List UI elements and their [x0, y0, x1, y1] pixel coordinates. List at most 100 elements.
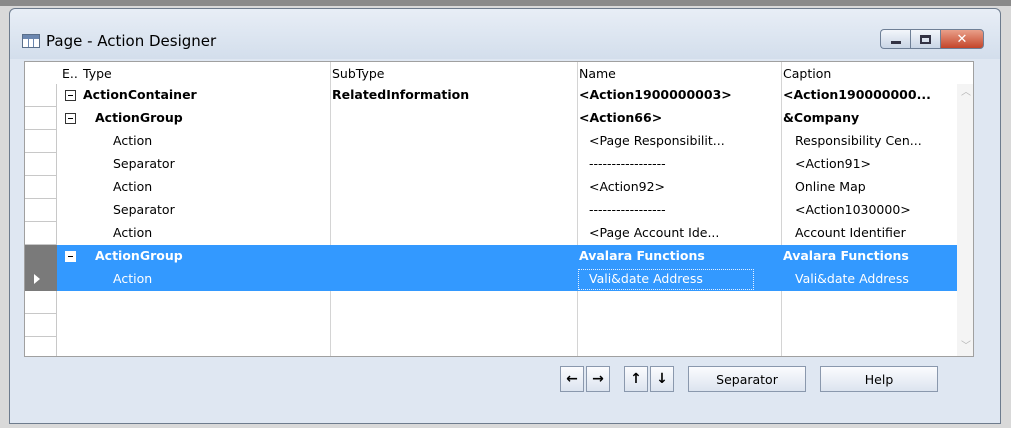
cell-name[interactable]: <Action1900000003>	[579, 84, 775, 107]
cell-type[interactable]: Separator	[113, 153, 323, 176]
cell-subtype[interactable]: RelatedInformation	[332, 84, 572, 107]
window-title: Page - Action Designer	[46, 32, 217, 50]
vertical-scrollbar[interactable]: ︿ ﹀	[957, 84, 973, 356]
cell-type[interactable]: Action	[113, 176, 323, 199]
close-button[interactable]: ✕	[940, 29, 984, 49]
cell-caption[interactable]: <Action190000000...	[783, 84, 955, 107]
minimize-icon	[890, 40, 901, 44]
title-bar[interactable]: Page - Action Designer ✕	[10, 9, 1000, 59]
move-down-button[interactable]: ↓	[650, 366, 674, 392]
cell-name[interactable]: <Page Account Ide...	[589, 222, 775, 245]
column-header-expand[interactable]: E..	[62, 66, 78, 81]
cell-caption[interactable]: Avalara Functions	[783, 245, 955, 268]
row-selector[interactable]	[25, 222, 57, 245]
minimize-button[interactable]	[880, 29, 910, 49]
empty-row[interactable]	[25, 337, 957, 356]
action-grid: E.. Type SubType Name Caption ActionCont…	[24, 61, 974, 357]
expand-cell	[58, 268, 82, 291]
collapse-icon[interactable]	[65, 90, 76, 101]
expand-cell	[58, 199, 82, 222]
cell-type[interactable]: Action	[113, 222, 323, 245]
row-selector[interactable]	[25, 130, 57, 153]
designer-toolbar: ← → ↑ ↓ Separator Help	[560, 366, 938, 394]
table-row[interactable]: ActionGroup <Action66> &Company	[25, 107, 957, 130]
collapse-icon[interactable]	[65, 113, 76, 124]
row-selector[interactable]	[25, 153, 57, 176]
row-selector[interactable]	[25, 268, 57, 291]
move-right-button[interactable]: →	[586, 366, 610, 392]
expand-cell	[58, 130, 82, 153]
cell-caption[interactable]: Account Identifier	[795, 222, 955, 245]
expand-cell	[58, 107, 82, 130]
row-selector[interactable]	[25, 84, 57, 107]
close-icon: ✕	[956, 31, 968, 47]
scroll-down-icon[interactable]: ﹀	[961, 342, 971, 352]
cell-subtype[interactable]	[332, 199, 572, 222]
cell-caption[interactable]: &Company	[783, 107, 955, 130]
cell-type[interactable]: Action	[113, 268, 323, 291]
empty-row[interactable]	[25, 291, 957, 314]
row-selector[interactable]	[25, 107, 57, 130]
cell-caption[interactable]: Online Map	[795, 176, 955, 199]
cell-subtype[interactable]	[332, 153, 572, 176]
cell-name[interactable]: -----------------	[589, 153, 775, 176]
cell-subtype[interactable]	[332, 245, 572, 268]
cell-subtype[interactable]	[332, 268, 572, 291]
table-row[interactable]: ActionGroup Avalara Functions Avalara Func…	[25, 245, 957, 268]
cell-caption[interactable]: <Action91>	[795, 153, 955, 176]
cell-type[interactable]: Action	[113, 130, 323, 153]
table-row[interactable]: Action Vali&date Address Vali&date Address	[25, 268, 957, 291]
row-selector[interactable]	[25, 291, 57, 314]
table-row[interactable]: Action <Page Account Ide... Account Identi…	[25, 222, 957, 245]
row-selector[interactable]	[25, 314, 57, 337]
expand-cell	[58, 84, 82, 107]
cell-caption[interactable]: Responsibility Cen...	[795, 130, 955, 153]
separator-button[interactable]: Separator	[688, 366, 806, 392]
background-window-edge	[0, 0, 1011, 6]
cell-type[interactable]: ActionGroup	[95, 107, 323, 130]
expand-cell	[58, 153, 82, 176]
focused-cell-outline	[578, 269, 754, 290]
cell-subtype[interactable]	[332, 107, 572, 130]
cell-subtype[interactable]	[332, 176, 572, 199]
column-header-type[interactable]: Type	[83, 66, 112, 81]
expand-cell	[58, 176, 82, 199]
maximize-icon	[920, 34, 931, 44]
cell-subtype[interactable]	[332, 222, 572, 245]
cell-caption[interactable]: Vali&date Address	[795, 268, 955, 291]
cell-name[interactable]: <Action66>	[579, 107, 775, 130]
table-row[interactable]: Action <Page Responsibilit... Responsibili…	[25, 130, 957, 153]
cell-type[interactable]: ActionContainer	[83, 84, 323, 107]
maximize-button[interactable]	[910, 29, 940, 49]
row-selector[interactable]	[25, 199, 57, 222]
move-left-button[interactable]: ←	[560, 366, 584, 392]
scroll-up-icon[interactable]: ︿	[961, 88, 971, 98]
page-table-icon	[22, 34, 40, 48]
row-selector[interactable]	[25, 245, 57, 268]
column-header-name[interactable]: Name	[579, 66, 616, 81]
table-row[interactable]: Action <Action92> Online Map	[25, 176, 957, 199]
cell-caption[interactable]: <Action1030000>	[795, 199, 955, 222]
cell-name[interactable]: -----------------	[589, 199, 775, 222]
row-selector[interactable]	[25, 176, 57, 199]
row-selector[interactable]	[25, 337, 57, 356]
grid-header: E.. Type SubType Name Caption	[25, 62, 973, 84]
table-row[interactable]: Separator ----------------- <Action91>	[25, 153, 957, 176]
column-header-caption[interactable]: Caption	[783, 66, 831, 81]
table-row[interactable]: ActionContainer RelatedInformation <Action…	[25, 84, 957, 107]
expand-cell	[58, 245, 82, 268]
cell-type[interactable]: Separator	[113, 199, 323, 222]
table-row[interactable]: Separator ----------------- <Action1030000…	[25, 199, 957, 222]
cell-name[interactable]: Avalara Functions	[579, 245, 775, 268]
column-header-subtype[interactable]: SubType	[332, 66, 385, 81]
cell-name[interactable]: <Page Responsibilit...	[589, 130, 775, 153]
cell-name[interactable]: <Action92>	[589, 176, 775, 199]
cell-type[interactable]: ActionGroup	[95, 245, 323, 268]
collapse-icon[interactable]	[65, 251, 76, 262]
expand-cell	[58, 222, 82, 245]
cell-subtype[interactable]	[332, 130, 572, 153]
help-button[interactable]: Help	[820, 366, 938, 392]
current-row-arrow-icon	[34, 274, 40, 284]
move-up-button[interactable]: ↑	[624, 366, 648, 392]
empty-row[interactable]	[25, 314, 957, 337]
